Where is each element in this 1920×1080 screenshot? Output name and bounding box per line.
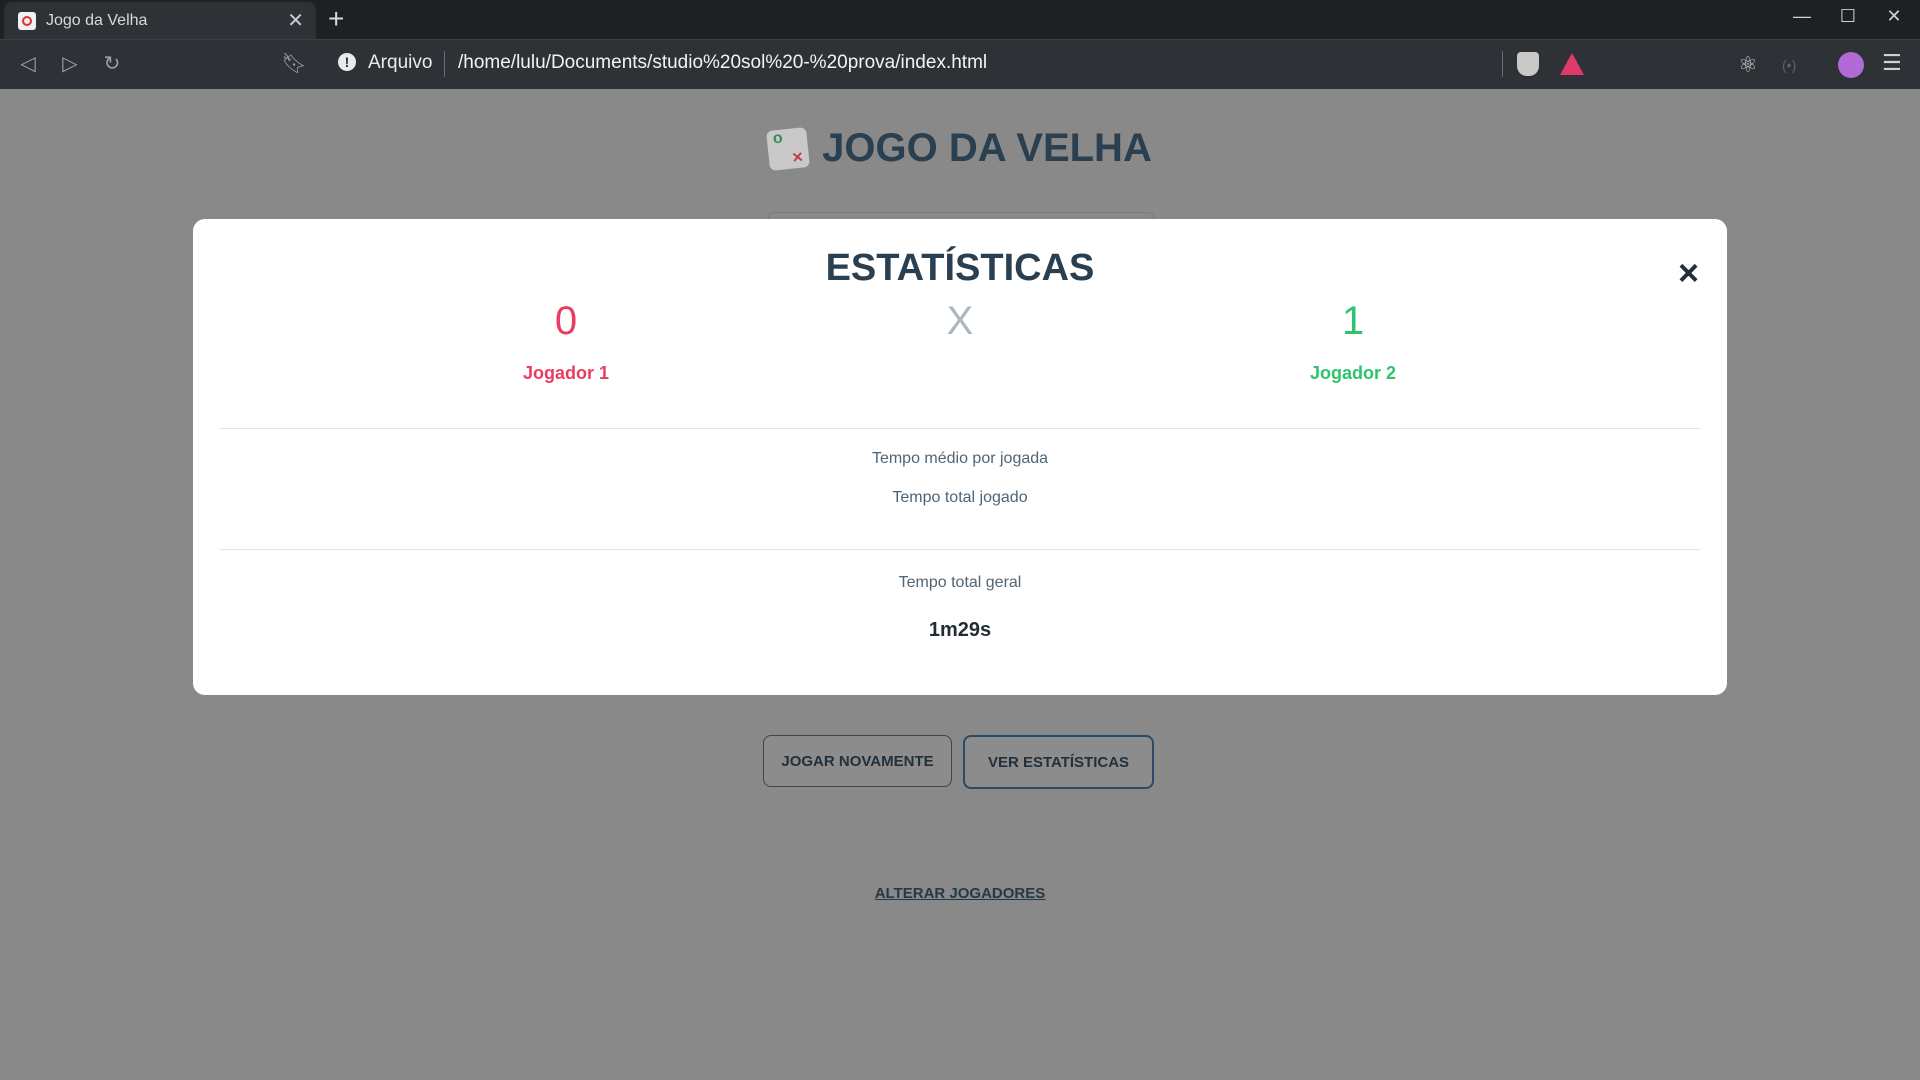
- menu-icon[interactable]: ☰: [1882, 50, 1902, 76]
- tic-tac-toe-logo-icon: [766, 126, 811, 171]
- divider: [219, 549, 1701, 550]
- avg-time-label: Tempo médio por jogada: [871, 450, 1049, 467]
- close-icon[interactable]: ×: [1678, 255, 1699, 291]
- page-title-text: JOGO DA VELHA: [822, 126, 1152, 170]
- reload-icon[interactable]: ↻: [98, 50, 126, 78]
- change-players-link[interactable]: ALTERAR JOGADORES: [0, 885, 1920, 902]
- minimize-icon[interactable]: —: [1792, 6, 1812, 27]
- player2-score: 1: [1341, 299, 1365, 343]
- brave-rewards-icon[interactable]: [1560, 53, 1584, 75]
- divider: [219, 428, 1701, 429]
- window-controls: — ☐ ✕: [1792, 6, 1904, 27]
- brave-shields-icon[interactable]: [1517, 52, 1539, 76]
- player2-name: Jogador 2: [1309, 363, 1397, 383]
- toolbar-divider: [1502, 51, 1503, 77]
- versus-label: X: [946, 299, 974, 343]
- url-divider: [444, 51, 445, 77]
- url-scheme-label: Arquivo: [368, 52, 433, 73]
- address-bar[interactable]: /home/lulu/Documents/studio%20sol%20-%20…: [458, 52, 987, 74]
- site-info-icon[interactable]: !: [338, 53, 356, 71]
- overall-time-value: 1m29s: [928, 619, 992, 641]
- browser-tab[interactable]: Jogo da Velha ✕: [4, 2, 316, 39]
- back-icon[interactable]: ◁: [14, 50, 42, 78]
- react-devtools-icon[interactable]: ⚛: [1738, 52, 1758, 78]
- tab-title: Jogo da Velha: [46, 11, 148, 29]
- browser-tab-bar: Jogo da Velha ✕ + — ☐ ✕: [0, 0, 1920, 39]
- page-title: JOGO DA VELHA: [0, 126, 1920, 171]
- extension-icon[interactable]: (•): [1782, 57, 1796, 73]
- tab-close-icon[interactable]: ✕: [287, 8, 304, 33]
- modal-title: ESTATÍSTICAS: [825, 247, 1095, 289]
- profile-avatar[interactable]: [1838, 52, 1864, 78]
- tab-favicon-icon: [18, 11, 36, 30]
- close-window-icon[interactable]: ✕: [1884, 6, 1904, 27]
- stats-modal: ESTATÍSTICAS × 0 X 1 Jogador 1 Jogador 2…: [193, 219, 1727, 695]
- total-time-label: Tempo total jogado: [892, 489, 1028, 506]
- bookmark-icon[interactable]: 🔖︎: [280, 50, 308, 78]
- play-again-button[interactable]: JOGAR NOVAMENTE: [763, 735, 952, 787]
- forward-icon[interactable]: ▷: [56, 50, 84, 78]
- player1-name: Jogador 1: [522, 363, 610, 383]
- new-tab-icon[interactable]: +: [328, 4, 344, 34]
- browser-toolbar: ◁ ▷ ↻ 🔖︎ ! Arquivo /home/lulu/Documents/…: [0, 39, 1920, 89]
- view-stats-button[interactable]: VER ESTATÍSTICAS: [963, 735, 1154, 789]
- overall-time-label: Tempo total geral: [898, 574, 1022, 591]
- player1-score: 0: [554, 299, 578, 343]
- maximize-icon[interactable]: ☐: [1838, 6, 1858, 27]
